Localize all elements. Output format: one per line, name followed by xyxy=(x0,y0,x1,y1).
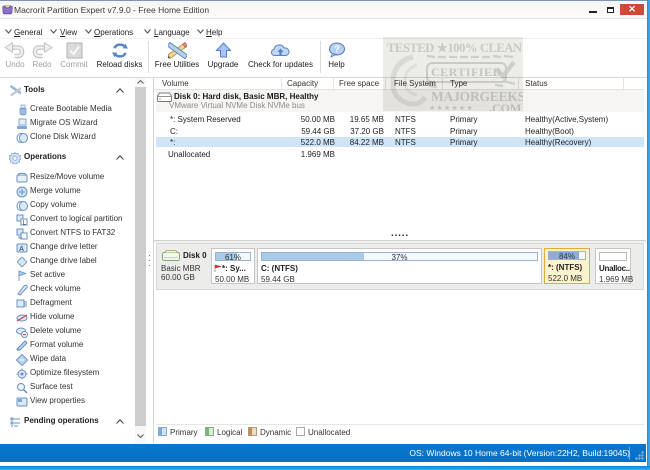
svg-text:A: A xyxy=(19,246,24,253)
svg-text:?: ? xyxy=(334,44,340,54)
